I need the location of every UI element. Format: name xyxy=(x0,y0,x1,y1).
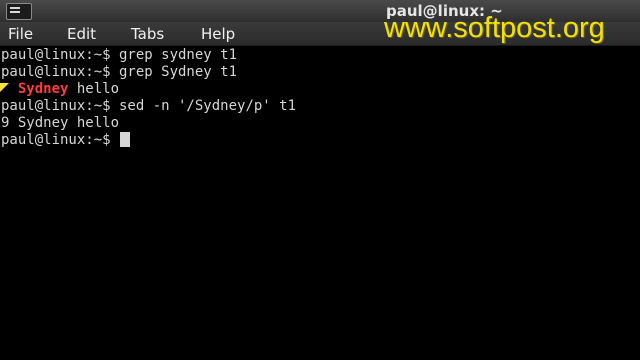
terminal-line: paul@linux:~$ grep Sydney t1 xyxy=(1,64,237,81)
output-text: hello xyxy=(68,81,120,97)
terminal-line: paul@linux:~$ grep sydney t1 xyxy=(1,47,237,64)
shell-prompt: paul@linux:~$ xyxy=(1,64,111,80)
terminal-area[interactable]: paul@linux:~$ grep sydney t1 paul@linux:… xyxy=(0,46,640,360)
shell-command: grep sydney t1 xyxy=(110,47,238,63)
shell-command: sed -n '/Sydney/p' t1 xyxy=(110,98,297,114)
menu-edit[interactable]: Edit xyxy=(67,22,96,46)
menu-tabs[interactable]: Tabs xyxy=(131,22,164,46)
text-cursor xyxy=(120,132,131,147)
terminal-icon[interactable] xyxy=(6,3,32,20)
grep-match-highlight: Sydney xyxy=(17,81,69,97)
output-text: 9 Sydney hello xyxy=(1,115,120,131)
terminal-line: Sydney hello xyxy=(1,81,119,98)
menu-help[interactable]: Help xyxy=(201,22,235,46)
shell-command: grep Sydney t1 xyxy=(110,64,238,80)
shell-prompt: paul@linux:~$ xyxy=(1,47,111,63)
shell-command xyxy=(111,132,119,148)
softpost-watermark: www.softpost.org xyxy=(384,12,605,44)
shell-prompt: paul@linux:~$ xyxy=(1,98,111,114)
shell-prompt: paul@linux:~$ xyxy=(1,132,111,148)
terminal-line: 9 Sydney hello xyxy=(1,115,119,132)
menu-file[interactable]: File xyxy=(8,22,33,46)
terminal-line: paul@linux:~$ xyxy=(1,132,131,149)
terminal-line: paul@linux:~$ sed -n '/Sydney/p' t1 xyxy=(1,98,296,115)
mouse-pointer-icon xyxy=(0,83,9,92)
